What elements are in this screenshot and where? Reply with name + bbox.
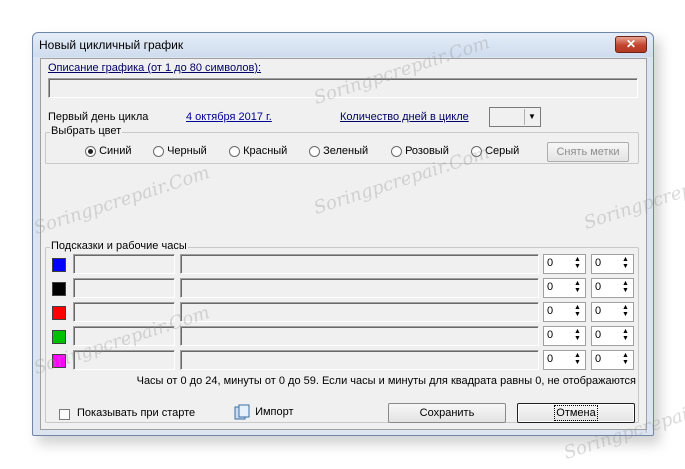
minutes-value: 0 — [595, 305, 602, 317]
import-icon — [234, 404, 250, 420]
radio-red[interactable]: Красный — [229, 145, 287, 157]
spinner-arrows-icon[interactable]: ▲ ▼ — [619, 328, 632, 344]
days-count-combo[interactable]: ▼ — [489, 107, 541, 127]
hint-short-field[interactable] — [73, 278, 175, 298]
radio-red-label: Красный — [243, 145, 288, 157]
hint-long-field[interactable] — [180, 278, 539, 298]
minutes-spinner[interactable]: 0 ▲ ▼ — [591, 278, 634, 298]
radio-red-indicator[interactable] — [229, 145, 240, 157]
clear-marks-button[interactable]: Снять метки — [547, 142, 629, 162]
hours-spinner[interactable]: 0 ▲ ▼ — [543, 254, 586, 274]
minutes-spinner[interactable]: 0 ▲ ▼ — [591, 254, 634, 274]
radio-black-indicator[interactable] — [153, 145, 164, 157]
cancel-button[interactable]: Отмена — [517, 403, 635, 423]
hours-spinner[interactable]: 0 ▲ ▼ — [543, 302, 586, 322]
radio-black-label: Черный — [167, 145, 207, 157]
save-button[interactable]: Сохранить — [388, 403, 506, 423]
spinner-arrows-icon[interactable]: ▲ ▼ — [619, 304, 632, 320]
radio-pink-indicator[interactable] — [391, 145, 402, 157]
spinner-arrows-icon[interactable]: ▲ ▼ — [571, 352, 584, 368]
hours-value: 0 — [547, 305, 554, 317]
radio-green-indicator[interactable] — [309, 145, 320, 157]
spinner-arrows-icon[interactable]: ▲ ▼ — [571, 280, 584, 296]
description-label: Описание графика (от 1 до 80 символов): — [48, 62, 262, 74]
cancel-button-label: Отмена — [554, 405, 598, 421]
hours-value: 0 — [547, 257, 554, 269]
radio-green[interactable]: Зеленый — [309, 145, 368, 157]
color-swatch-black — [52, 282, 66, 296]
radio-gray-label: Серый — [485, 145, 520, 157]
close-button[interactable]: ✕ — [615, 36, 647, 53]
color-swatch-blue — [52, 258, 66, 272]
minutes-value: 0 — [595, 353, 602, 365]
hint-long-field[interactable] — [180, 254, 539, 274]
radio-black[interactable]: Черный — [153, 145, 207, 157]
radio-gray[interactable]: Серый — [471, 145, 519, 157]
spinner-arrows-icon[interactable]: ▲ ▼ — [571, 256, 584, 272]
hours-value: 0 — [547, 329, 554, 341]
color-swatch-green — [52, 330, 66, 344]
hint-short-field[interactable] — [73, 302, 175, 322]
radio-blue-indicator[interactable] — [85, 145, 96, 157]
hint-short-field[interactable] — [73, 350, 175, 370]
show-on-start-label: Показывать при старте — [77, 407, 196, 419]
color-swatch-red — [52, 306, 66, 320]
hint-long-field[interactable] — [180, 302, 539, 322]
hint-short-field[interactable] — [73, 254, 175, 274]
radio-pink[interactable]: Розовый — [391, 145, 449, 157]
color-swatch-pink — [52, 354, 66, 368]
import-label: Импорт — [255, 406, 294, 418]
window-title: Новый цикличный график — [39, 38, 184, 52]
minutes-value: 0 — [595, 281, 602, 293]
hours-spinner[interactable]: 0 ▲ ▼ — [543, 350, 586, 370]
radio-gray-indicator[interactable] — [471, 145, 482, 157]
import-button[interactable]: Импорт — [234, 404, 294, 420]
spinner-arrows-icon[interactable]: ▲ ▼ — [619, 280, 632, 296]
spinner-arrows-icon[interactable]: ▲ ▼ — [571, 328, 584, 344]
hours-value: 0 — [547, 353, 554, 365]
first-day-label: Первый день цикла — [48, 111, 149, 123]
hours-hint-note: Часы от 0 до 24, минуты от 0 до 59. Если… — [136, 375, 636, 387]
hint-short-field[interactable] — [73, 326, 175, 346]
minutes-value: 0 — [595, 329, 602, 341]
first-day-date-link[interactable]: 4 октября 2017 г. — [186, 111, 272, 123]
dialog-window: Новый цикличный график ✕ Описание график… — [32, 32, 654, 436]
dialog-body: Описание графика (от 1 до 80 символов): … — [40, 58, 647, 430]
hints-group-label: Подсказки и рабочие часы — [50, 240, 188, 252]
spinner-arrows-icon[interactable]: ▲ ▼ — [619, 352, 632, 368]
hours-value: 0 — [547, 281, 554, 293]
radio-blue[interactable]: Синий — [85, 145, 132, 157]
chevron-down-icon[interactable]: ▼ — [524, 109, 539, 125]
color-group-label: Выбрать цвет — [50, 125, 123, 137]
minutes-spinner[interactable]: 0 ▲ ▼ — [591, 350, 634, 370]
spinner-arrows-icon[interactable]: ▲ ▼ — [571, 304, 584, 320]
radio-blue-label: Синий — [99, 145, 132, 157]
hint-long-field[interactable] — [180, 326, 539, 346]
description-input[interactable] — [48, 78, 638, 98]
hint-long-field[interactable] — [180, 350, 539, 370]
show-on-start-checkbox[interactable] — [59, 409, 70, 420]
minutes-spinner[interactable]: 0 ▲ ▼ — [591, 302, 634, 322]
days-count-label: Количество дней в цикле — [340, 111, 469, 123]
spinner-arrows-icon[interactable]: ▲ ▼ — [619, 256, 632, 272]
minutes-value: 0 — [595, 257, 602, 269]
minutes-spinner[interactable]: 0 ▲ ▼ — [591, 326, 634, 346]
radio-green-label: Зеленый — [323, 145, 369, 157]
hours-spinner[interactable]: 0 ▲ ▼ — [543, 326, 586, 346]
radio-pink-label: Розовый — [405, 145, 449, 157]
title-bar[interactable]: Новый цикличный график ✕ — [33, 33, 653, 57]
hours-spinner[interactable]: 0 ▲ ▼ — [543, 278, 586, 298]
